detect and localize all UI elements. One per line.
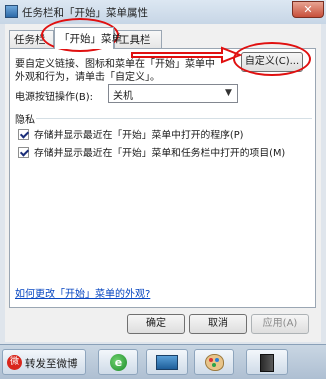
ie-icon: e (110, 354, 127, 371)
privacy-option-label: 存储并显示最近在「开始」菜单中打开的程序(P) (34, 130, 244, 141)
power-button-value: 关机 (113, 91, 133, 102)
taskbar-item-explorer[interactable] (146, 349, 188, 375)
tab-taskbar[interactable]: 任务栏 (9, 30, 54, 48)
close-button[interactable]: ✕ (292, 1, 324, 18)
weibo-icon: 微 (7, 355, 22, 370)
cancel-button[interactable]: 取消 (189, 314, 247, 334)
paint-icon (205, 354, 224, 371)
window-icon (5, 5, 18, 18)
privacy-divider (36, 118, 312, 119)
power-button-select[interactable]: 关机 ▼ (108, 84, 238, 103)
help-link[interactable]: 如何更改「开始」菜单的外观? (15, 285, 150, 300)
explorer-icon (156, 355, 178, 370)
privacy-option-programs[interactable]: 存储并显示最近在「开始」菜单中打开的程序(P) (18, 127, 244, 141)
share-to-weibo-label: 转发至微博 (25, 358, 78, 370)
chevron-down-icon[interactable]: ▼ (220, 85, 237, 102)
customize-description-line2: 外观和行为，请单击「自定义」。 (15, 72, 160, 83)
tab-start-menu[interactable]: 「开始」菜单 (54, 27, 122, 49)
apply-button[interactable]: 应用(A) (251, 314, 309, 334)
computer-icon (260, 354, 274, 372)
title-bar: 任务栏和「开始」菜单属性 ✕ (0, 0, 326, 24)
ok-button[interactable]: 确定 (127, 314, 185, 334)
privacy-group-title: 隐私 (15, 115, 35, 126)
taskbar-item-ie[interactable]: e (98, 349, 138, 375)
window-title: 任务栏和「开始」菜单属性 (22, 7, 148, 19)
taskbar-item-paint[interactable] (194, 349, 234, 375)
taskbar-item-computer[interactable] (246, 349, 288, 375)
power-button-label: 电源按钮操作(B): (15, 92, 94, 103)
customize-button[interactable]: 自定义(C)... (241, 52, 303, 72)
checkbox-checked[interactable] (18, 128, 29, 140)
share-to-weibo-button[interactable]: 微 转发至微博 (2, 349, 86, 375)
privacy-option-label: 存储并显示最近在「开始」菜单和任务栏中打开的项目(M) (34, 148, 286, 159)
checkbox-checked[interactable] (18, 146, 29, 158)
privacy-option-items[interactable]: 存储并显示最近在「开始」菜单和任务栏中打开的项目(M) (18, 145, 285, 159)
